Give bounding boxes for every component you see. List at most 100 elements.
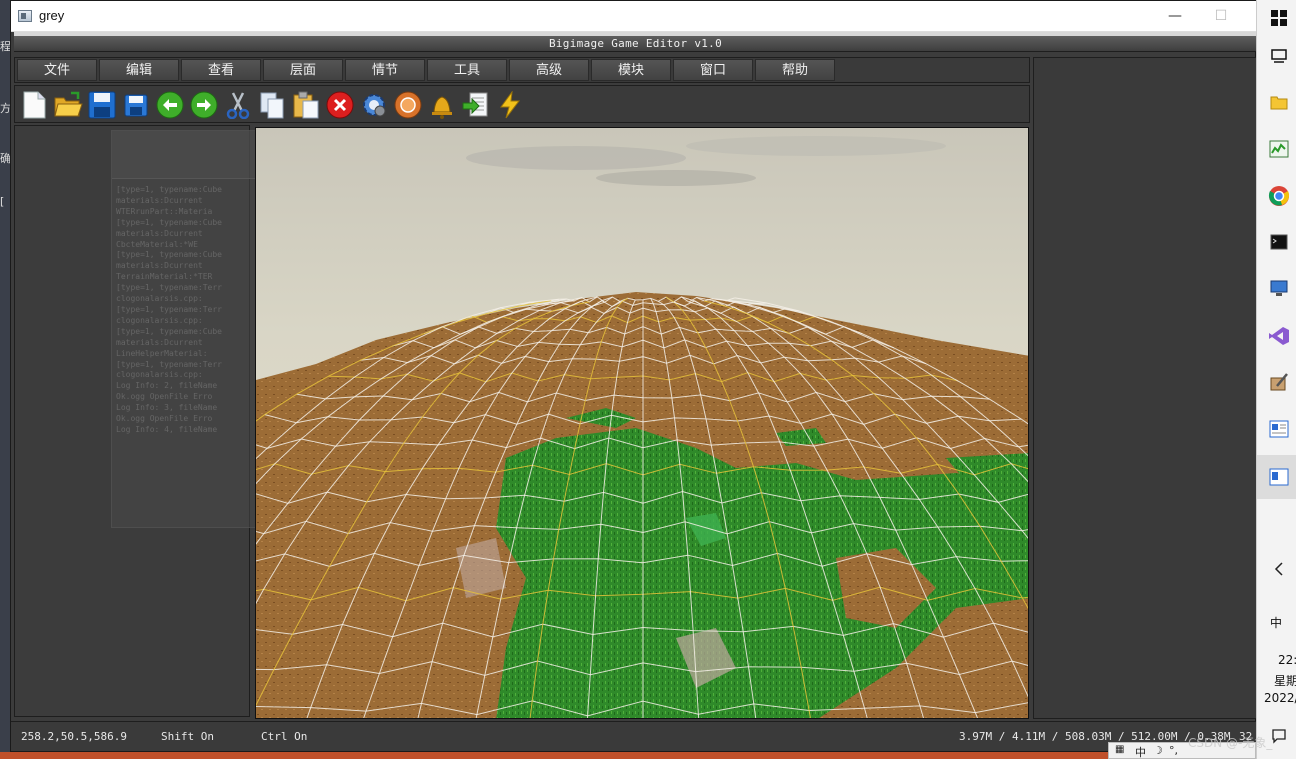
- taskbar-time[interactable]: 22:: [1278, 653, 1296, 667]
- orange-disc-icon: [394, 91, 422, 119]
- taskbar-ime-indicator[interactable]: 中: [1270, 614, 1282, 631]
- toolbar: [14, 85, 1030, 123]
- status-shift: Shift On: [161, 730, 214, 743]
- menu-help[interactable]: 帮助: [755, 59, 835, 81]
- cut-icon: [226, 92, 250, 119]
- window-title: grey: [39, 8, 65, 23]
- sliver-glyph: [: [0, 195, 5, 208]
- window-titlebar[interactable]: grey — ☐: [11, 1, 1257, 32]
- faded-log-text: [type=1, typename:Cube materials:Dcurren…: [116, 185, 222, 434]
- bell-button[interactable]: [427, 90, 457, 120]
- menu-module[interactable]: 模块: [591, 59, 671, 81]
- save-as-button[interactable]: [121, 90, 151, 120]
- taskbar-visual-studio[interactable]: [1265, 322, 1293, 350]
- taskbar-paint-tool[interactable]: [1265, 368, 1293, 396]
- windows-logo-icon: [1271, 10, 1287, 26]
- export-button[interactable]: [461, 90, 491, 120]
- menu-advanced[interactable]: 高级: [509, 59, 589, 81]
- new-file-button[interactable]: [19, 90, 49, 120]
- export-icon: [462, 92, 488, 117]
- save-icon: [88, 91, 116, 119]
- menu-file[interactable]: 文件: [17, 59, 97, 81]
- notification-icon: [1272, 729, 1286, 744]
- menu-edit[interactable]: 编辑: [99, 59, 179, 81]
- paste-button[interactable]: [291, 90, 321, 120]
- desktop-bottom-strip: [0, 752, 1256, 759]
- faded-log-overlay: [type=1, typename:Cube materials:Dcurren…: [111, 130, 256, 528]
- start-button[interactable]: [1265, 4, 1293, 32]
- terrain-3d-viewport[interactable]: [255, 127, 1029, 719]
- lightning-icon: [500, 91, 521, 119]
- window-app-icon: [1269, 420, 1289, 438]
- copy-button[interactable]: [257, 90, 287, 120]
- task-view-button[interactable]: [1265, 42, 1293, 70]
- open-button[interactable]: [53, 90, 83, 120]
- minimize-button[interactable]: —: [1152, 5, 1198, 27]
- back-arrow-icon: [156, 91, 184, 119]
- punctuation-icon[interactable]: °,: [1169, 744, 1178, 757]
- status-coords: 258.2,50.5,586.9: [21, 730, 127, 743]
- delete-icon: [326, 91, 354, 119]
- cloud: [466, 146, 686, 170]
- terminal-icon: [1270, 234, 1288, 250]
- cloud: [686, 136, 946, 156]
- forward-button[interactable]: [189, 90, 219, 120]
- moon-icon[interactable]: ☽: [1153, 744, 1163, 757]
- ime-mode[interactable]: 中: [1135, 744, 1146, 759]
- paint-brush-icon: [1270, 373, 1288, 391]
- status-bar: 258.2,50.5,586.9 Shift On Ctrl On 3.97M …: [11, 721, 1257, 751]
- chart-monitor-icon: [1269, 140, 1289, 158]
- taskbar-editor-app[interactable]: [1265, 463, 1293, 491]
- visual-studio-icon: [1269, 327, 1289, 345]
- save-as-icon: [124, 94, 148, 117]
- taskbar-weekday[interactable]: 星期: [1274, 672, 1296, 689]
- back-button[interactable]: [155, 90, 185, 120]
- taskbar-chrome[interactable]: [1265, 182, 1293, 210]
- chevron-left-icon: [1274, 562, 1283, 576]
- editor-window: grey — ☐ Bigimage Game Editor v1.0 文件 编辑…: [10, 0, 1257, 752]
- folder-icon: [1270, 96, 1288, 110]
- cut-button[interactable]: [223, 90, 253, 120]
- taskbar-remote-desktop[interactable]: [1265, 275, 1293, 303]
- settings-gear-icon: [363, 94, 386, 117]
- left-panel: [type=1, typename:Cube materials:Dcurren…: [14, 125, 256, 717]
- orange-disc-button[interactable]: [393, 90, 423, 120]
- ime-grid-icon[interactable]: ▦: [1115, 744, 1124, 755]
- taskbar-terminal[interactable]: [1265, 228, 1293, 256]
- menu-view[interactable]: 查看: [181, 59, 261, 81]
- lightning-button[interactable]: [495, 90, 525, 120]
- chrome-icon: [1268, 186, 1290, 206]
- menu-window[interactable]: 窗口: [673, 59, 753, 81]
- taskbar-file-explorer[interactable]: [1265, 88, 1293, 116]
- delete-button[interactable]: [325, 90, 355, 120]
- new-file-icon: [23, 91, 46, 119]
- windows-taskbar: 中 22: 星期 2022/: [1256, 0, 1296, 759]
- desktop-left-sliver: 程 方 确 [: [0, 0, 11, 759]
- right-panel: [1033, 57, 1257, 719]
- editor-window-icon: [1269, 468, 1289, 486]
- editor-caption: Bigimage Game Editor v1.0: [548, 37, 723, 50]
- bell-icon: [432, 96, 452, 119]
- copy-icon: [260, 92, 284, 119]
- menu-layer[interactable]: 层面: [263, 59, 343, 81]
- open-folder-icon: [54, 91, 83, 117]
- terrain-render: [256, 128, 1028, 718]
- csdn-watermark: CSDN @-无象_: [1188, 736, 1273, 750]
- taskbar-date[interactable]: 2022/: [1264, 691, 1296, 705]
- settings-button[interactable]: [359, 90, 389, 120]
- cloud: [596, 170, 756, 186]
- taskbar-window-app[interactable]: [1265, 415, 1293, 443]
- faded-log-header: [112, 131, 255, 179]
- tray-expand-button[interactable]: [1265, 555, 1293, 583]
- task-view-icon: [1271, 49, 1287, 63]
- status-ctrl: Ctrl On: [261, 730, 308, 743]
- paste-icon: [293, 91, 319, 119]
- app-window-icon: [18, 10, 32, 22]
- taskbar-monitor-app[interactable]: [1265, 135, 1293, 163]
- maximize-button[interactable]: ☐: [1198, 5, 1244, 27]
- menu-tools[interactable]: 工具: [427, 59, 507, 81]
- menu-bar: 文件 编辑 查看 层面 情节 工具 高级 模块 窗口 帮助: [14, 57, 1030, 83]
- menu-plot[interactable]: 情节: [345, 59, 425, 81]
- editor-caption-bar: Bigimage Game Editor v1.0: [14, 32, 1257, 52]
- save-button[interactable]: [87, 90, 117, 120]
